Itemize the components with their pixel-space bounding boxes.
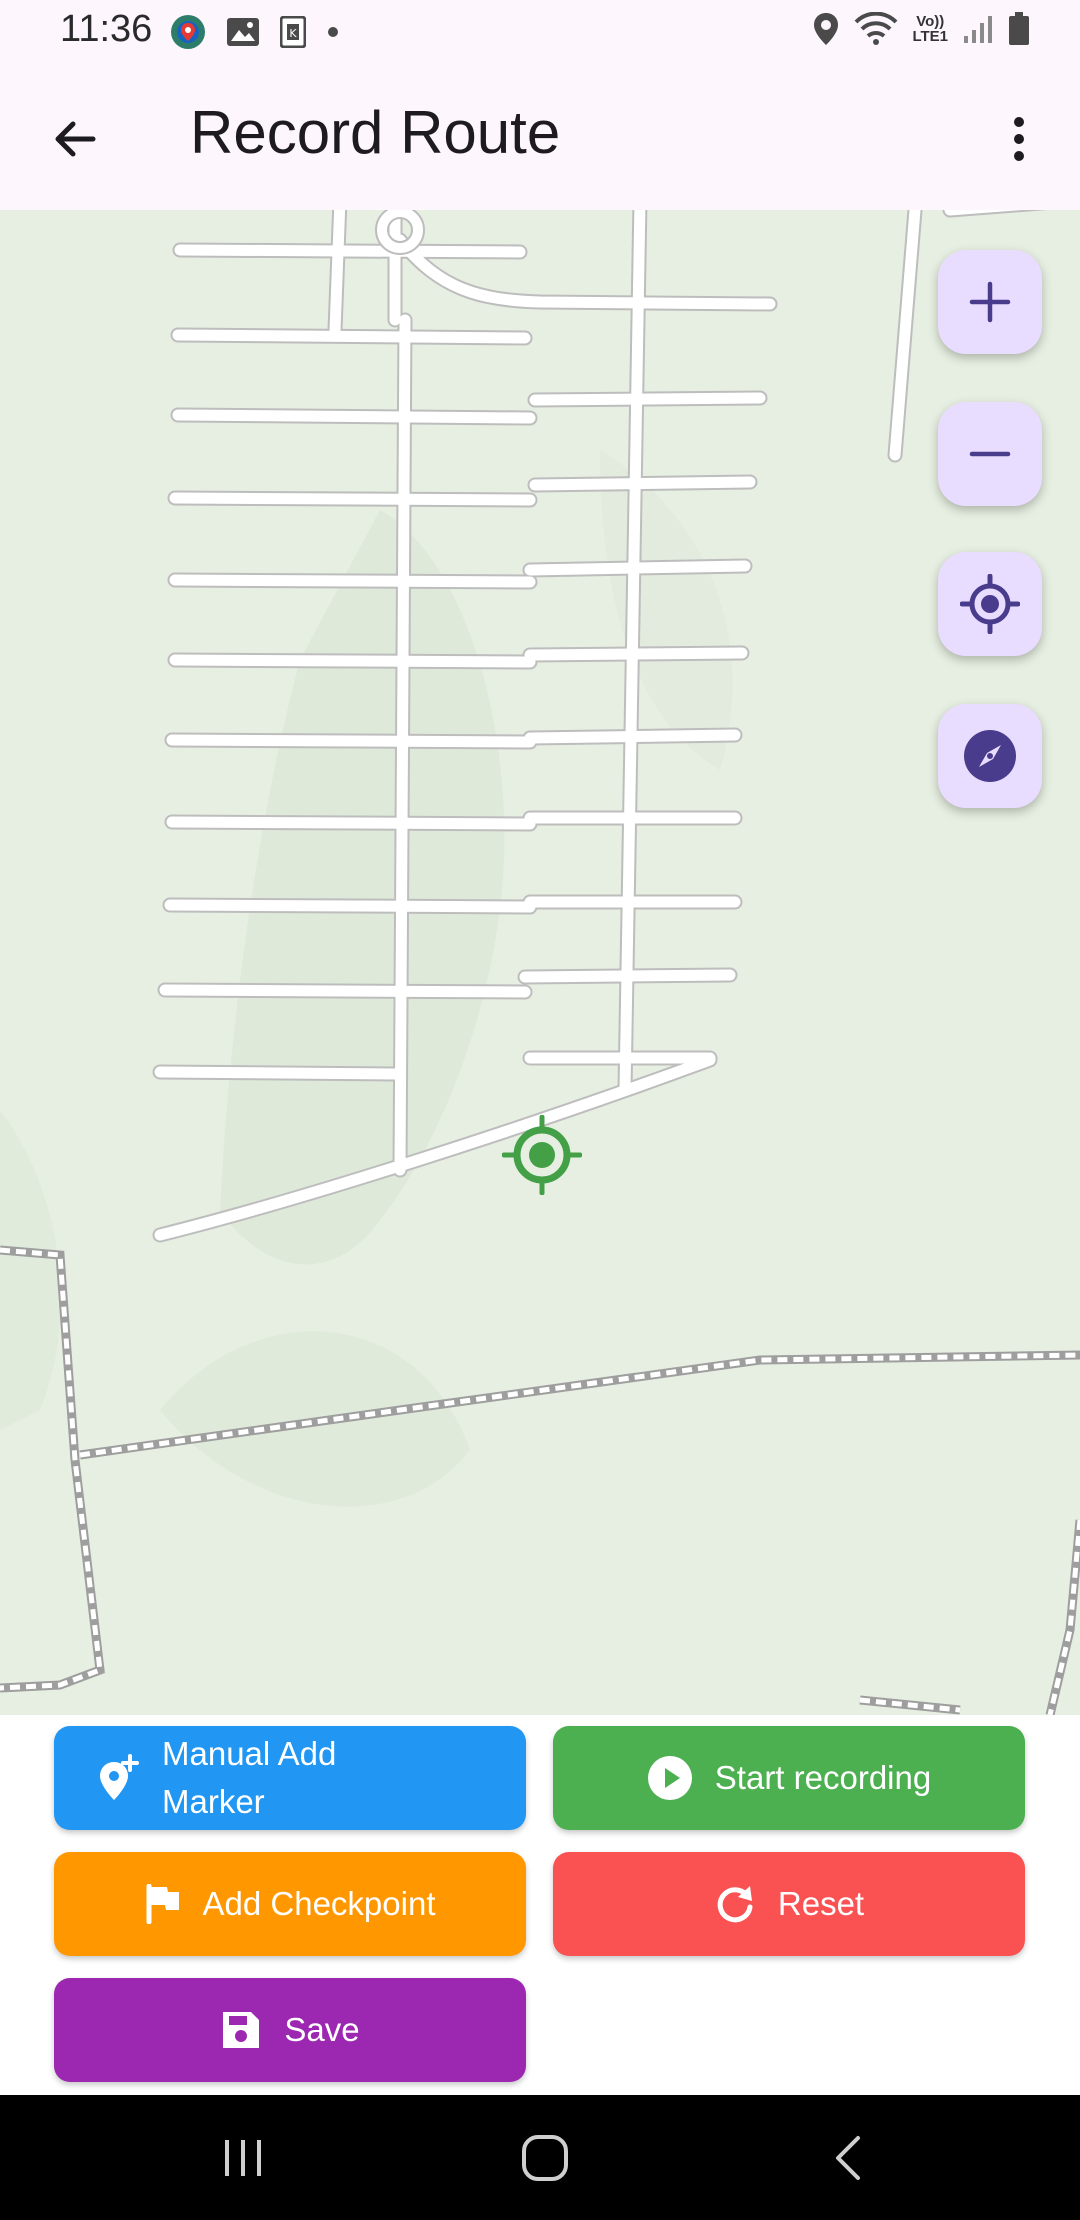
- volte-icon: Vo)) LTE1: [912, 14, 948, 44]
- volte-bottom: LTE1: [912, 28, 948, 45]
- map-tiles: [0, 210, 1080, 1715]
- nav-back-button[interactable]: [808, 2125, 888, 2191]
- my-location-button[interactable]: [938, 552, 1042, 656]
- status-bar: 11:36 K Vo)) LTE1: [0, 0, 1080, 64]
- app-bar: Record Route: [0, 64, 1080, 210]
- status-right-icons: Vo)) LTE1: [812, 12, 1030, 46]
- battery-icon: [1009, 12, 1029, 45]
- zoom-in-button[interactable]: [938, 250, 1042, 354]
- compass-button[interactable]: [938, 704, 1042, 808]
- save-button[interactable]: Save: [54, 1978, 526, 2082]
- wifi-icon: [855, 12, 898, 45]
- image-icon: [227, 18, 259, 46]
- current-location-marker: [502, 1115, 582, 1195]
- map-view[interactable]: [0, 210, 1080, 1715]
- tracks: [0, 1245, 1080, 1715]
- play-circle-icon: [647, 1756, 692, 1800]
- more-options-button[interactable]: [984, 104, 1054, 174]
- add-location-icon: [100, 1754, 139, 1800]
- recents-icon: [225, 2140, 261, 2176]
- dot-icon: [328, 27, 338, 37]
- status-left-icons: K: [170, 14, 340, 50]
- svg-text:K: K: [289, 27, 297, 40]
- refresh-icon: [717, 1886, 753, 1923]
- my-location-icon: [960, 574, 1020, 634]
- add-checkpoint-label: Add Checkpoint: [202, 1885, 436, 1922]
- signal-icon: [964, 16, 992, 43]
- system-nav-bar: [0, 2095, 1080, 2220]
- reset-button[interactable]: Reset: [553, 1852, 1025, 1956]
- save-icon: [223, 2012, 260, 2048]
- zoom-in-icon: [969, 281, 1011, 323]
- compass-icon: [964, 730, 1016, 782]
- arrow-back-icon: [55, 121, 96, 157]
- status-time: 11:36: [60, 8, 153, 50]
- start-recording-label: Start recording: [714, 1759, 932, 1796]
- zoom-out-button[interactable]: [938, 402, 1042, 506]
- save-label: Save: [284, 2011, 360, 2048]
- back-icon: [836, 2136, 860, 2180]
- nav-recents-button[interactable]: [203, 2125, 283, 2191]
- action-panel: Manual Add Marker Start recording Add Ch…: [0, 1715, 1080, 2095]
- k-app-icon: K: [280, 16, 306, 48]
- app-notification-icon: [171, 15, 205, 49]
- back-button[interactable]: [40, 104, 110, 174]
- flag-icon: [146, 1884, 179, 1924]
- manual-add-marker-button[interactable]: Manual Add Marker: [54, 1726, 526, 1830]
- page-title: Record Route: [190, 99, 561, 166]
- zoom-out-icon: [969, 451, 1011, 457]
- add-checkpoint-button[interactable]: Add Checkpoint: [54, 1852, 526, 1956]
- home-icon: [522, 2135, 568, 2181]
- location-icon: [814, 13, 839, 45]
- reset-label: Reset: [777, 1885, 865, 1922]
- more-vert-icon: [1014, 117, 1024, 161]
- manual-add-marker-label: Manual Add Marker: [162, 1735, 337, 1820]
- volte-top: Vo)): [916, 13, 945, 30]
- start-recording-button[interactable]: Start recording: [553, 1726, 1025, 1830]
- nav-home-button[interactable]: [505, 2125, 585, 2191]
